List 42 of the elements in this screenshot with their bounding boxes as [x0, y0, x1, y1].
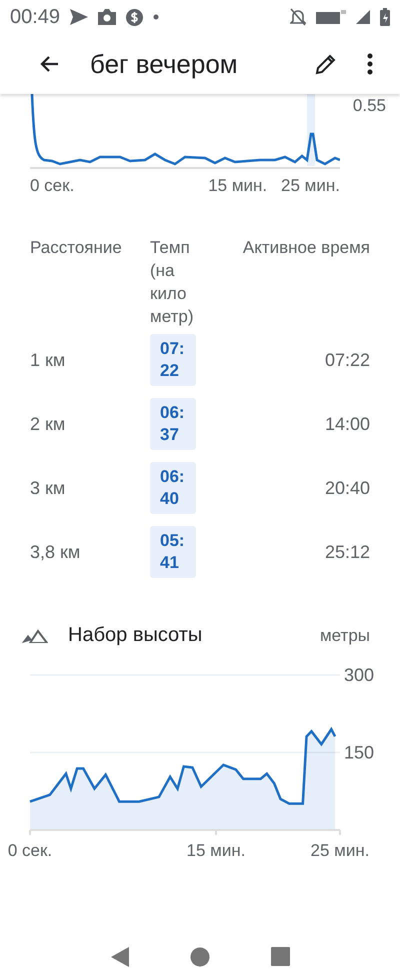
axis-label: 25 мин. [281, 176, 340, 196]
pace-badge: 06:37 [150, 398, 196, 450]
time-cell: 07:22 [324, 350, 370, 370]
axis-label: 15 мин. [186, 841, 246, 860]
distance-cell: 3,8 км [30, 542, 80, 562]
pace-badge: 06:40 [150, 462, 196, 514]
dollar-icon [126, 8, 144, 26]
column-header: Активное время [242, 237, 370, 259]
distance-cell: 3 км [30, 478, 66, 498]
time-cell: 25:12 [324, 542, 370, 562]
section-title: Набор высоты [68, 624, 204, 647]
bell-off-icon [290, 8, 306, 26]
send-icon [70, 9, 88, 25]
home-nav-icon[interactable] [190, 947, 210, 967]
axis-label: 0 сек. [8, 841, 52, 860]
time-cell: 14:00 [324, 414, 370, 434]
dot-icon [153, 14, 160, 20]
axis-label: 150 [344, 742, 374, 762]
signal-icon [356, 10, 370, 24]
header-title: бег вечером [90, 48, 239, 80]
status-time: 00:49 [10, 6, 60, 28]
axis-label: 300 [344, 665, 374, 685]
pace-badge: 05:41 [150, 526, 196, 578]
column-header: Расстояние [30, 237, 123, 259]
volte-icon [316, 10, 346, 24]
more-icon [367, 53, 373, 75]
axis-label: 0.55 [352, 96, 386, 115]
camera-icon [98, 9, 116, 25]
pace-badge: 07:22 [150, 334, 196, 386]
pencil-icon [314, 52, 338, 76]
recents-nav-icon[interactable] [270, 947, 290, 966]
time-cell: 20:40 [324, 478, 370, 498]
axis-label: 15 мин. [208, 176, 268, 196]
distance-cell: 1 км [30, 350, 66, 370]
back-nav-icon[interactable] [110, 947, 128, 967]
battery-icon [380, 8, 390, 26]
axis-label: 0 сек. [30, 176, 74, 196]
mountain-icon [22, 628, 48, 642]
column-header: Темп (на кило метр) [150, 237, 194, 328]
axis-label: 25 мин. [310, 841, 370, 860]
unit-label: метры [320, 626, 370, 646]
distance-cell: 2 км [30, 414, 66, 434]
